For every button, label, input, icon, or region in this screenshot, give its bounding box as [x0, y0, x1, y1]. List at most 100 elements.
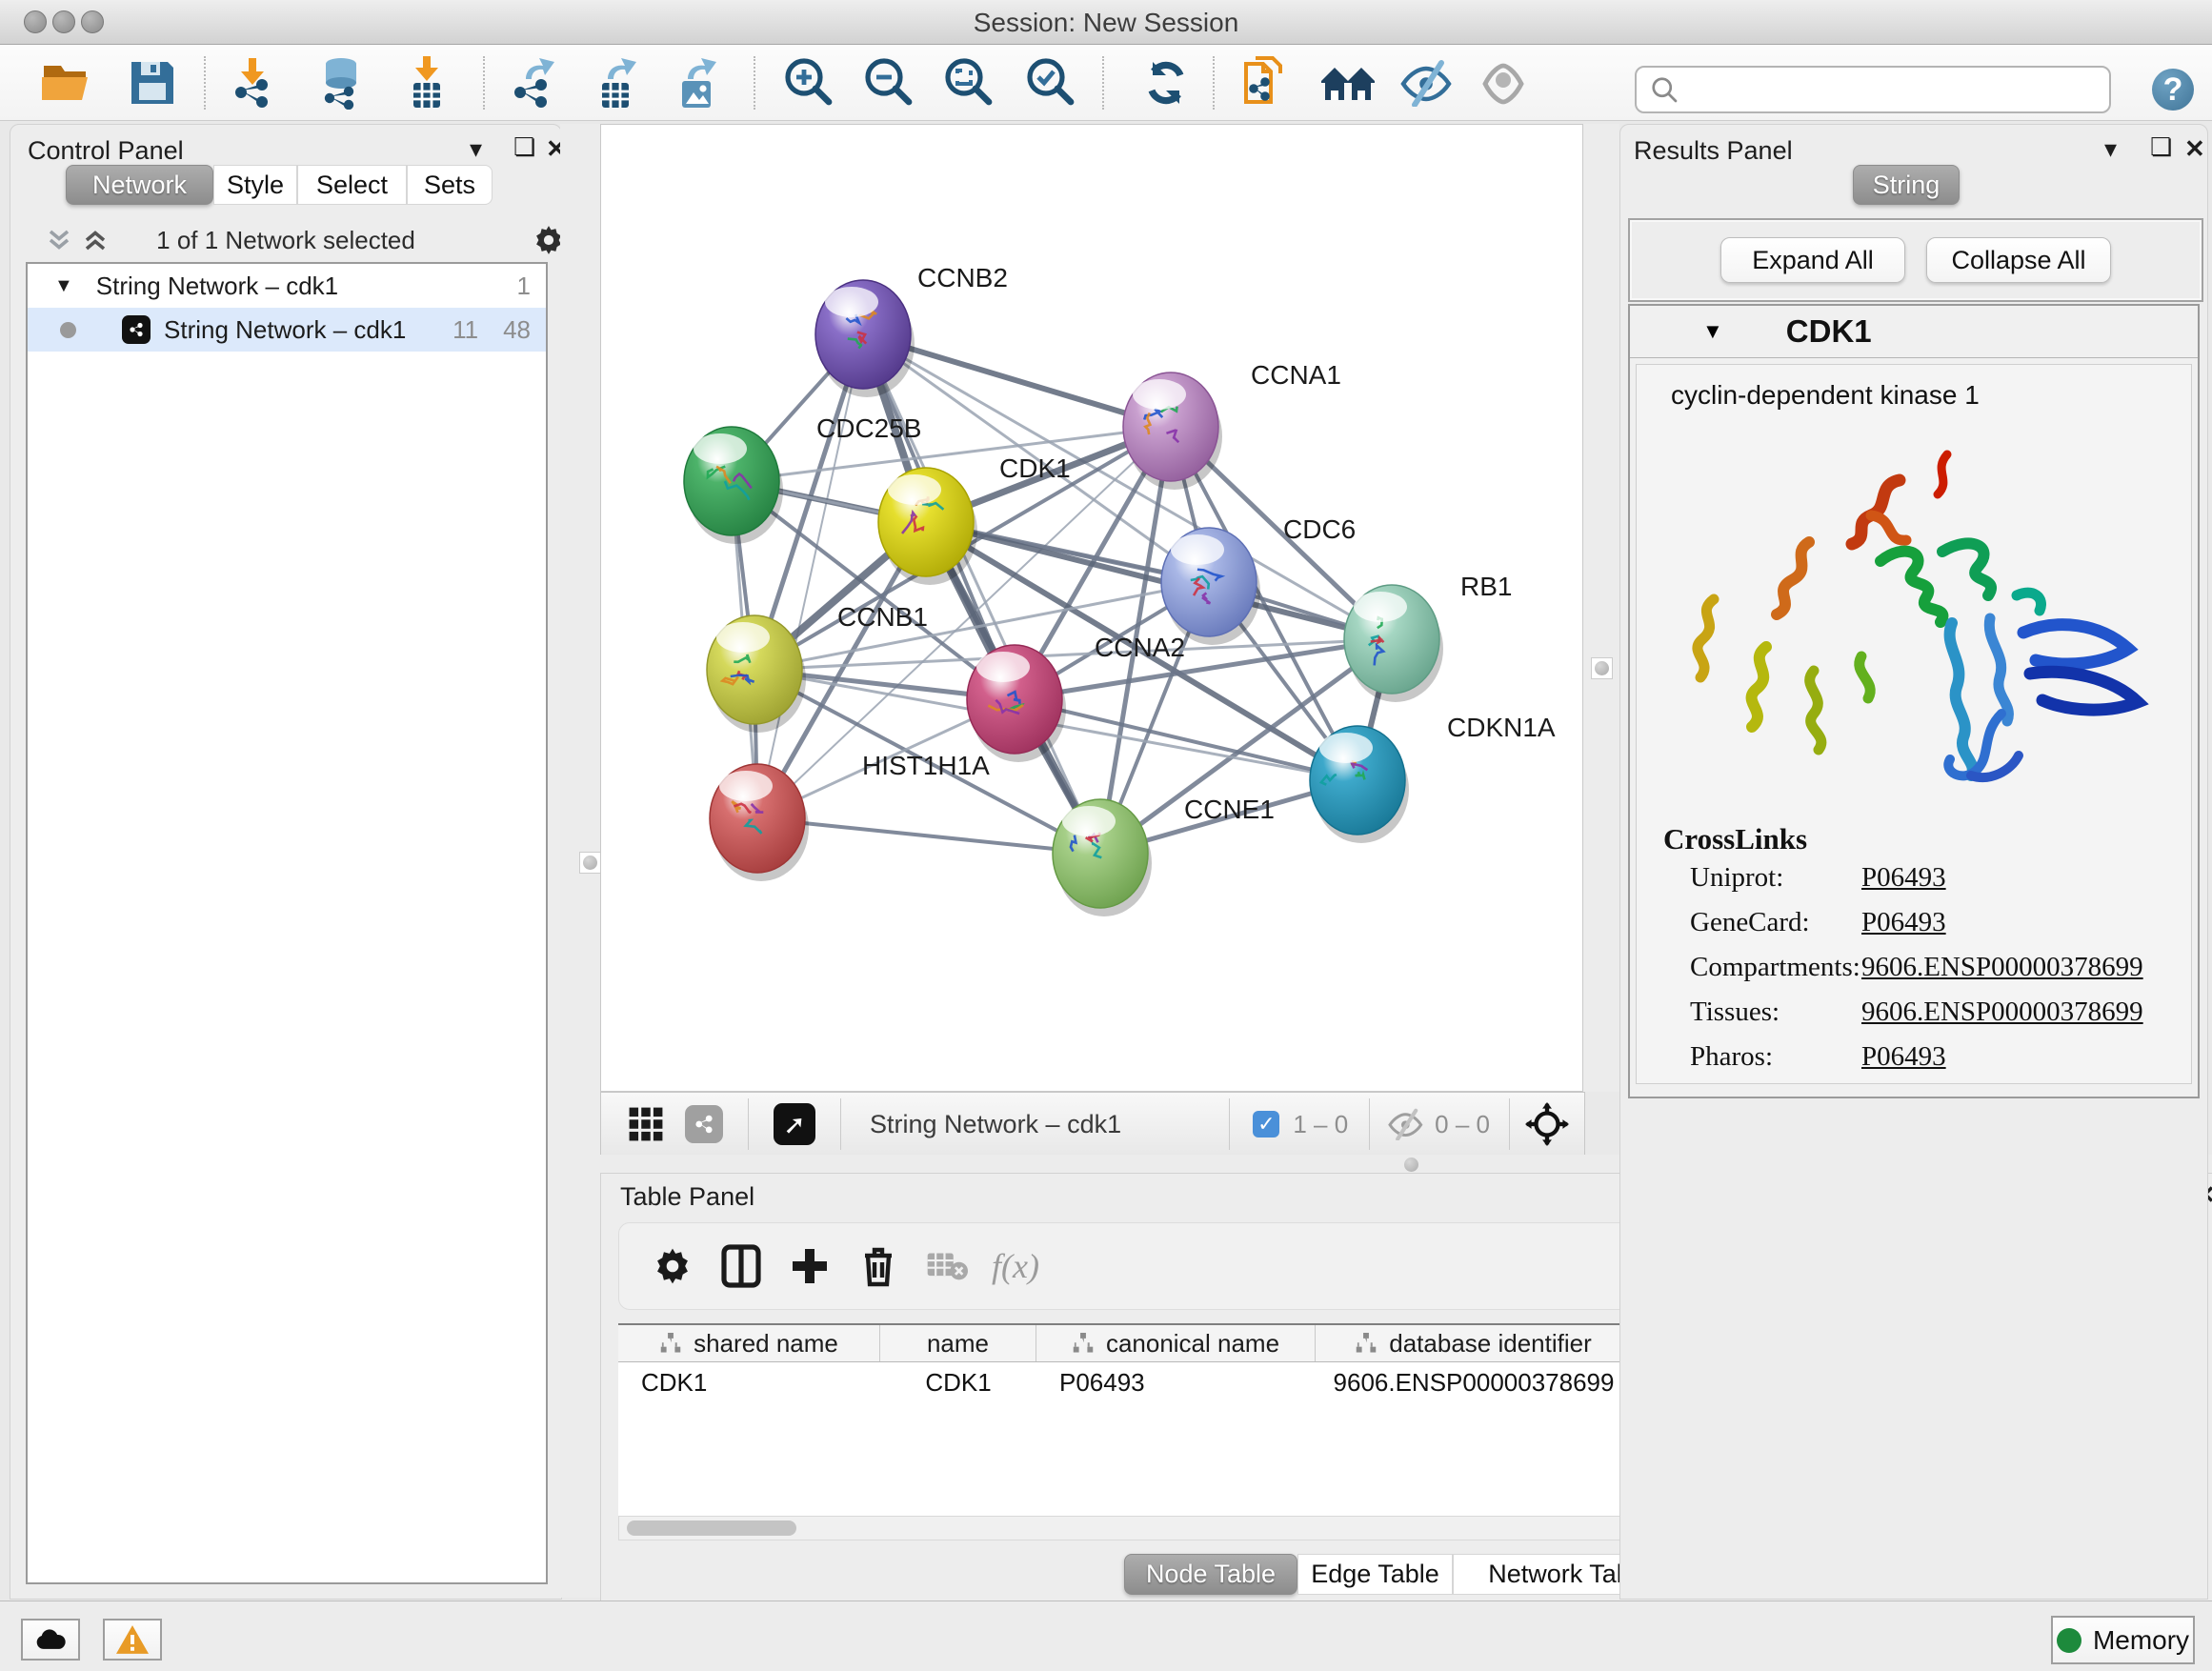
network-row-selected[interactable]: String Network – cdk1 11 48: [28, 308, 546, 352]
memory-label: Memory: [2093, 1625, 2189, 1656]
tab-style[interactable]: Style: [213, 165, 297, 205]
results-panel-float-icon[interactable]: ❏: [2150, 132, 2172, 162]
tab-network[interactable]: Network: [66, 165, 213, 205]
zoom-out-icon: [861, 56, 915, 110]
network-node-CCNA1[interactable]: CCNA1: [1123, 360, 1341, 490]
collapse-all-button[interactable]: Collapse All: [1926, 237, 2111, 283]
refresh-button[interactable]: [1136, 54, 1196, 111]
export-network-icon: [507, 56, 560, 110]
network-collection-row[interactable]: ▼ String Network – cdk1 1: [28, 264, 546, 308]
column-header-shared-name[interactable]: shared name: [618, 1325, 880, 1361]
table-hscrollbar-thumb[interactable]: [627, 1520, 796, 1536]
protein-collapse-icon[interactable]: ▼: [1702, 319, 1723, 344]
network-node-CCNB2[interactable]: CCNB2: [815, 263, 1008, 397]
tab-select[interactable]: Select: [297, 165, 407, 205]
zoom-out-button[interactable]: [857, 54, 918, 111]
birds-eye-icon[interactable]: [1525, 1102, 1569, 1146]
houses-icon: [1319, 58, 1377, 108]
protein-card-header[interactable]: ▼ CDK1: [1630, 306, 2198, 358]
export-table-button[interactable]: [587, 54, 648, 111]
protein-description: cyclin-dependent kinase 1: [1671, 380, 2191, 411]
import-string-file-button[interactable]: [1237, 54, 1297, 111]
control-panel-collapse-icon[interactable]: ▾: [470, 134, 482, 164]
column-header-database-identifier[interactable]: database identifier: [1316, 1325, 1632, 1361]
hide-selected-button[interactable]: [1397, 54, 1458, 111]
tab-edge-table[interactable]: Edge Table: [1297, 1554, 1453, 1595]
horizontal-splitter-handle[interactable]: [1404, 1158, 1418, 1172]
left-splitter[interactable]: [560, 124, 600, 1598]
detach-view-icon[interactable]: ➚: [774, 1103, 815, 1145]
network-node-CCNE1[interactable]: CCNE1: [1053, 795, 1275, 916]
import-network-database-button[interactable]: [311, 54, 372, 111]
network-view-share-icon[interactable]: [685, 1105, 723, 1143]
network-edge-HIST1H1A-CCNE1[interactable]: [757, 818, 1100, 854]
table-cell[interactable]: 9606.ENSP00000378699: [1316, 1362, 1632, 1402]
crosslink-value[interactable]: P06493: [1861, 907, 2191, 938]
tab-sets[interactable]: Sets: [407, 165, 493, 205]
network-collection-label: String Network – cdk1: [96, 272, 338, 301]
protein-structure-image: [1657, 428, 2171, 809]
zoom-in-button[interactable]: [777, 54, 838, 111]
network-node-RB1[interactable]: RB1: [1344, 572, 1512, 702]
show-hidden-button[interactable]: [1473, 54, 1534, 111]
left-splitter-handle[interactable]: [579, 852, 601, 874]
network-edge-CCNB2-HIST1H1A[interactable]: [757, 334, 863, 818]
clear-table-button[interactable]: [913, 1233, 981, 1299]
table-cell[interactable]: CDK1: [880, 1362, 1036, 1402]
crosslink-value[interactable]: P06493: [1861, 862, 2191, 894]
import-table-file-button[interactable]: [396, 54, 457, 111]
network-node-CDKN1A[interactable]: CDKN1A: [1310, 713, 1556, 843]
table-cell[interactable]: P06493: [1036, 1362, 1316, 1402]
search-box[interactable]: [1635, 66, 2111, 113]
grid-view-icon[interactable]: [628, 1106, 664, 1142]
network-node-CDK1[interactable]: CDK1: [878, 453, 1071, 585]
search-input[interactable]: [1688, 74, 2109, 106]
crosslinks-list: Uniprot:P06493 GeneCard:P06493 Compartme…: [1690, 862, 2191, 1073]
export-network-button[interactable]: [503, 54, 564, 111]
tree-expand-icon[interactable]: ▼: [54, 275, 73, 297]
toolbar-separator: [754, 56, 755, 110]
right-splitter-handle[interactable]: [1591, 657, 1613, 679]
toolbar-separator: [483, 56, 485, 110]
network-node-label: CCNB1: [837, 602, 928, 632]
eye-disabled-icon: [1476, 59, 1531, 107]
control-panel-float-icon[interactable]: ❏: [513, 132, 535, 162]
trash-icon: [859, 1244, 897, 1288]
show-columns-button[interactable]: [707, 1233, 775, 1299]
zoom-fit-button[interactable]: [937, 54, 998, 111]
crosslink-value[interactable]: P06493: [1861, 1041, 2191, 1073]
crosslink-value[interactable]: 9606.ENSP00000378699: [1861, 952, 2191, 983]
results-panel-collapse-icon[interactable]: ▾: [2104, 134, 2117, 164]
export-image-button[interactable]: [667, 54, 728, 111]
save-session-button[interactable]: [122, 54, 183, 111]
column-header-canonical-name[interactable]: canonical name: [1036, 1325, 1316, 1361]
tab-string[interactable]: String: [1853, 165, 1960, 205]
results-panel-close-icon[interactable]: ✕: [2184, 134, 2205, 164]
help-button[interactable]: ?: [2152, 69, 2194, 111]
add-column-button[interactable]: [775, 1233, 844, 1299]
warning-button[interactable]: [103, 1619, 162, 1661]
expand-all-button[interactable]: Expand All: [1720, 237, 1905, 283]
memory-button[interactable]: Memory: [2051, 1616, 2195, 1664]
home-button[interactable]: [1317, 54, 1378, 111]
table-cell[interactable]: CDK1: [618, 1362, 880, 1402]
network-node-label: CCNB2: [917, 263, 1008, 292]
crosslink-value[interactable]: 9606.ENSP00000378699: [1861, 997, 2191, 1028]
title-bar: Session: New Session: [0, 0, 2212, 45]
network-node-HIST1H1A[interactable]: HIST1H1A: [710, 751, 990, 881]
delete-column-button[interactable]: [844, 1233, 913, 1299]
network-node-label: HIST1H1A: [862, 751, 990, 780]
open-session-button[interactable]: [36, 54, 97, 111]
selected-checkbox-icon[interactable]: ✓: [1253, 1111, 1279, 1137]
cloud-button[interactable]: [21, 1619, 80, 1661]
hidden-count: 0 – 0: [1435, 1110, 1490, 1139]
plus-icon: [791, 1247, 829, 1285]
column-header-name[interactable]: name: [880, 1325, 1036, 1361]
network-canvas[interactable]: CCNB2CCNA1CDC25BCDK1CDC6RB1CCNB1CCNA2CDK…: [600, 124, 1583, 1092]
tab-node-table[interactable]: Node Table: [1124, 1554, 1297, 1595]
function-builder-button[interactable]: f(x): [981, 1233, 1050, 1299]
zoom-selected-button[interactable]: [1019, 54, 1080, 111]
import-network-file-button[interactable]: [222, 54, 283, 111]
table-settings-button[interactable]: [638, 1233, 707, 1299]
right-splitter[interactable]: [1583, 124, 1619, 1092]
